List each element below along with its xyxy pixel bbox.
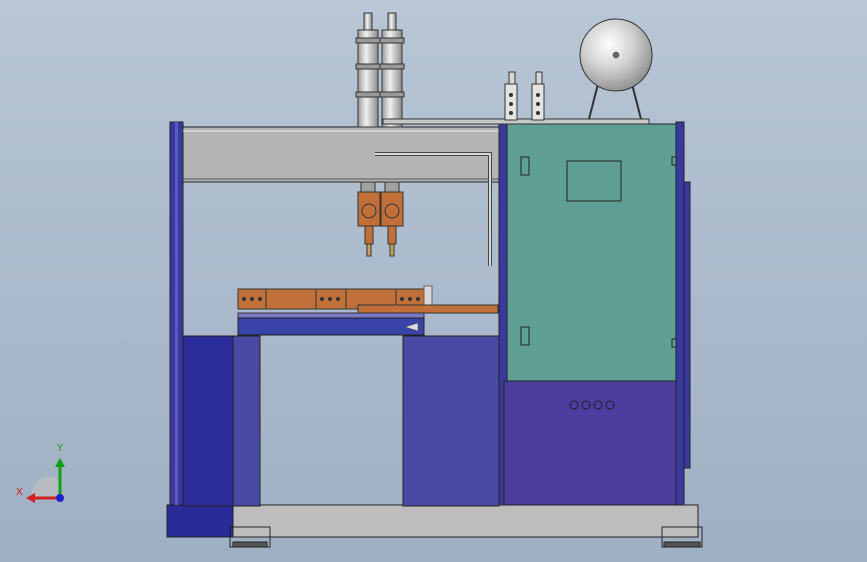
- sliding-table: [237, 312, 425, 336]
- orientation-triad[interactable]: [18, 440, 78, 510]
- electrode-head-left: [357, 181, 381, 257]
- base-plate: [166, 504, 703, 548]
- left-column: [169, 121, 184, 506]
- valve-right: [531, 71, 545, 121]
- lower-panels: [182, 335, 500, 507]
- air-tank: [579, 18, 653, 120]
- valve-left: [504, 71, 518, 121]
- air-cylinder-left: [355, 12, 381, 128]
- spot-welder-model[interactable]: [0, 0, 867, 562]
- y-axis-arrowhead: [55, 458, 65, 467]
- z-axis-marker: [56, 494, 64, 502]
- electrical-cabinet: [506, 123, 677, 382]
- triad-plane: [31, 476, 60, 498]
- x-axis-arrowhead: [26, 493, 35, 503]
- air-cylinder-right: [379, 12, 405, 128]
- lower-electrode-bar: [237, 285, 499, 314]
- cabinet-lower-panel: [503, 380, 677, 506]
- y-axis-label: Y: [57, 443, 64, 454]
- x-axis-label: X: [16, 487, 23, 498]
- electrode-head-right: [380, 181, 404, 257]
- cad-viewport[interactable]: Y X: [0, 0, 867, 562]
